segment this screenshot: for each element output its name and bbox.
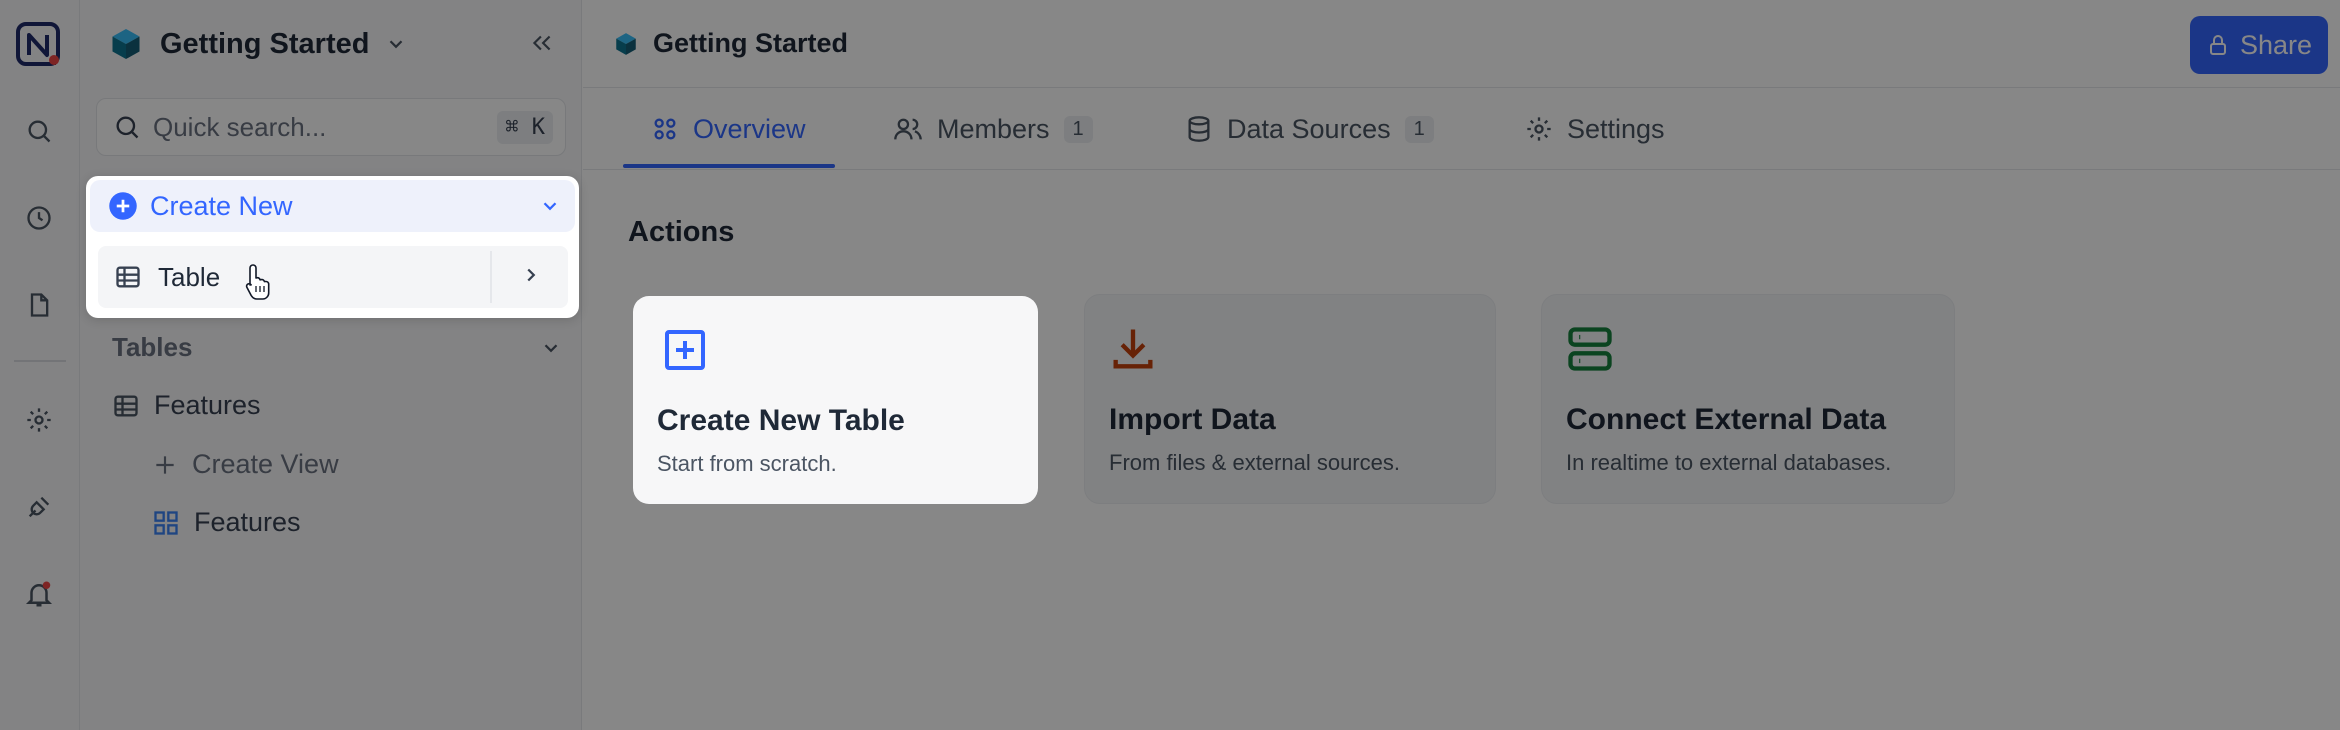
dim-overlay [0, 0, 2340, 730]
chevron-down-icon [543, 202, 557, 211]
table-icon [116, 266, 140, 288]
card-title: Create New Table [657, 404, 905, 437]
menu-item-label: Table [158, 261, 221, 292]
plus-square-icon [661, 326, 709, 379]
card-subtitle: Start from scratch. [657, 451, 837, 476]
menu-item-divider [490, 251, 492, 303]
create-new-label: Create New [150, 190, 293, 221]
create-new-dropdown: Create New Table [86, 176, 579, 318]
plus-circle-icon [109, 192, 137, 220]
create-new-button[interactable]: Create New [90, 180, 575, 232]
menu-item-table[interactable]: Table [98, 246, 568, 308]
hand-pointer-cursor-icon [244, 262, 274, 307]
chevron-right-icon[interactable] [520, 264, 542, 291]
create-new-table-card[interactable]: Create New Table Start from scratch. [633, 296, 1038, 504]
